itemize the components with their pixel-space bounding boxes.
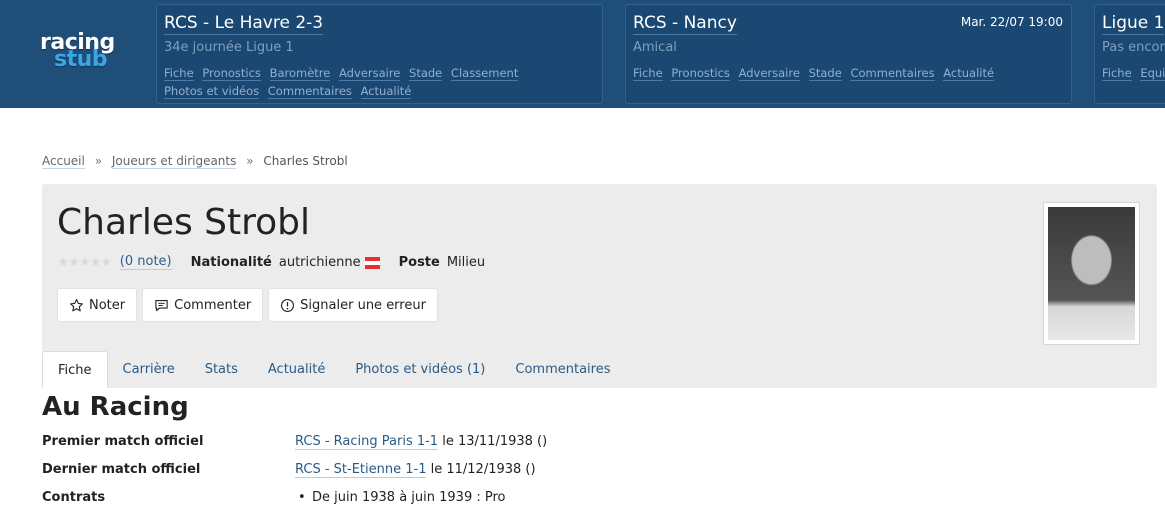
report-error-button-label: Signaler une erreur (300, 297, 426, 313)
alert-circle-icon (280, 298, 295, 313)
contracts-label: Contrats (42, 490, 106, 505)
match-card-title[interactable]: RCS - Le Havre 2-3 (164, 13, 324, 35)
match-link-commentaires[interactable]: Commentaires (850, 66, 935, 81)
player-meta: ★★★★★ (0 note) Nationalité autrichienne … (58, 254, 489, 270)
tab-stats[interactable]: Stats (190, 351, 253, 388)
last-match-row: Dernier match officiel RCS - St-Etienne … (42, 462, 942, 490)
match-card-date: Mar. 22/07 19:00 (960, 15, 1063, 29)
rating-stars-icon[interactable]: ★★★★★ (58, 255, 112, 269)
nationality-label: Nationalité (190, 254, 272, 270)
match-link-pronostics[interactable]: Pronostics (671, 66, 730, 81)
rate-button-label: Noter (89, 297, 126, 313)
match-link-actualite[interactable]: Actualité (943, 66, 995, 81)
player-portrait-image (1048, 207, 1135, 340)
match-link-barometre[interactable]: Baromètre (269, 66, 331, 81)
tab-commentaires[interactable]: Commentaires (500, 351, 625, 388)
breadcrumb: Accueil » Joueurs et dirigeants » Charle… (42, 154, 348, 169)
racing-info-table: Premier match officiel RCS - Racing Pari… (42, 434, 942, 518)
first-match-value: RCS - Racing Paris 1-1 le 13/11/1938 () (295, 434, 548, 450)
match-link-pronostics[interactable]: Pronostics (202, 66, 261, 81)
last-match-link[interactable]: RCS - St-Etienne 1-1 (295, 462, 427, 478)
match-link-actualite[interactable]: Actualité (360, 84, 412, 99)
match-card-subtitle: 34e journée Ligue 1 (164, 40, 294, 55)
player-photo[interactable] (1043, 202, 1140, 345)
first-match-row: Premier match officiel RCS - Racing Pari… (42, 434, 942, 462)
last-match-label: Dernier match officiel (42, 462, 201, 477)
last-match-value: RCS - St-Etienne 1-1 le 11/12/1938 () (295, 462, 536, 478)
logo-word-stub: stub (54, 47, 108, 72)
match-card-links: Fiche Pronostics Adversaire Stade Commen… (633, 64, 1063, 82)
contracts-value: De juin 1938 à juin 1939 : Pro (295, 490, 505, 505)
match-card-links: Fiche Pronostics Baromètre Adversaire St… (164, 64, 594, 100)
breadcrumb-home[interactable]: Accueil (42, 154, 85, 169)
first-match-label: Premier match officiel (42, 434, 204, 449)
player-name: Charles Strobl (57, 202, 311, 243)
match-card-subtitle: Amical (633, 40, 677, 55)
first-match-date: le 13/11/1938 () (442, 434, 548, 449)
breadcrumb-players[interactable]: Joueurs et dirigeants (111, 154, 237, 169)
match-link-stade[interactable]: Stade (808, 66, 842, 81)
comment-button[interactable]: Commenter (142, 288, 264, 322)
contract-item: De juin 1938 à juin 1939 : Pro (295, 490, 505, 505)
match-card-ligue1: Ligue 1 Pas encore Fiche Equipe (1094, 4, 1165, 104)
player-actions: Noter Commenter Signaler une erreur (57, 288, 443, 322)
contracts-list: De juin 1938 à juin 1939 : Pro (295, 490, 505, 505)
player-tabs: Fiche Carrière Stats Actualité Photos et… (42, 351, 1157, 388)
match-link-stade[interactable]: Stade (409, 66, 443, 81)
tab-fiche[interactable]: Fiche (42, 351, 108, 388)
match-link-equipe[interactable]: Equipe (1140, 66, 1165, 81)
report-error-button[interactable]: Signaler une erreur (268, 288, 438, 322)
comment-icon (154, 298, 169, 313)
match-card-nancy: RCS - Nancy Mar. 22/07 19:00 Amical Fich… (625, 4, 1072, 104)
breadcrumb-separator: » (246, 154, 254, 168)
nationality-value: autrichienne (278, 254, 361, 270)
match-link-fiche[interactable]: Fiche (1102, 66, 1132, 81)
match-link-commentaires[interactable]: Commentaires (267, 84, 352, 99)
match-link-fiche[interactable]: Fiche (633, 66, 663, 81)
breadcrumb-current: Charles Strobl (263, 154, 348, 168)
match-card-title[interactable]: RCS - Nancy (633, 13, 737, 35)
star-outline-icon (69, 298, 84, 313)
rating-count-link[interactable]: (0 note) (119, 254, 172, 270)
match-link-fiche[interactable]: Fiche (164, 66, 194, 81)
last-match-date: le 11/12/1938 () (430, 462, 536, 477)
first-match-link[interactable]: RCS - Racing Paris 1-1 (295, 434, 439, 450)
position-label: Poste (398, 254, 440, 270)
tab-actualite[interactable]: Actualité (253, 351, 340, 388)
austria-flag-icon (364, 256, 380, 269)
match-link-photos[interactable]: Photos et vidéos (164, 84, 260, 99)
breadcrumb-separator: » (94, 154, 103, 168)
match-card-subtitle: Pas encore (1102, 40, 1165, 55)
comment-button-label: Commenter (174, 297, 252, 313)
match-link-classement[interactable]: Classement (450, 66, 519, 81)
match-card-le-havre: RCS - Le Havre 2-3 34e journée Ligue 1 F… (156, 4, 603, 104)
match-card-title[interactable]: Ligue 1 (1102, 13, 1165, 35)
match-link-adversaire[interactable]: Adversaire (339, 66, 401, 81)
match-card-links: Fiche Equipe (1102, 64, 1165, 82)
section-title: Au Racing (42, 392, 189, 422)
tab-carriere[interactable]: Carrière (108, 351, 190, 388)
position-value: Milieu (446, 254, 486, 270)
match-link-adversaire[interactable]: Adversaire (738, 66, 800, 81)
rate-button[interactable]: Noter (57, 288, 138, 322)
top-banner: racing stub RCS - Le Havre 2-3 34e journ… (0, 0, 1165, 108)
contracts-row: Contrats De juin 1938 à juin 1939 : Pro (42, 490, 942, 518)
tab-photos-videos[interactable]: Photos et vidéos (1) (340, 351, 500, 388)
racingstub-logo[interactable]: racing stub (40, 30, 124, 72)
